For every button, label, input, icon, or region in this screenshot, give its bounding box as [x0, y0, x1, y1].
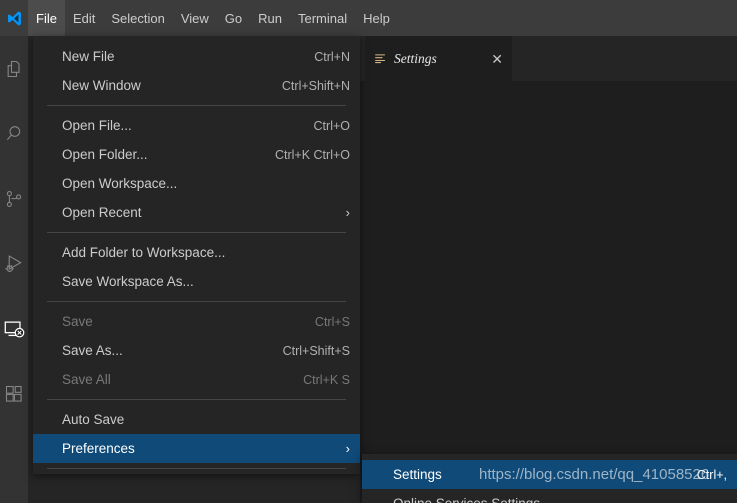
menubar-item-view[interactable]: View: [173, 0, 217, 36]
run-and-debug-icon: [4, 253, 25, 274]
menu-item-save-as[interactable]: Save As... Ctrl+Shift+S: [33, 336, 360, 365]
menu-item-auto-save[interactable]: Auto Save: [33, 405, 360, 434]
file-dropdown-menu: New File Ctrl+N New Window Ctrl+Shift+N …: [33, 36, 360, 474]
menu-item-open-workspace[interactable]: Open Workspace...: [33, 169, 360, 198]
menu-item-open-file[interactable]: Open File... Ctrl+O: [33, 111, 360, 140]
source-control-icon: [4, 189, 24, 209]
activity-item-remote-explorer[interactable]: [0, 296, 28, 361]
menu-item-label: Add Folder to Workspace...: [62, 245, 226, 260]
menu-item-shortcut: Ctrl+K Ctrl+O: [274, 147, 350, 162]
menu-bar: File Edit Selection View Go Run Terminal…: [28, 0, 398, 36]
menu-item-shortcut: Ctrl+O: [313, 118, 350, 133]
editor-tab-bar: Settings ✕: [360, 36, 737, 81]
menu-item-label: Save All: [62, 372, 111, 387]
menu-item-save: Save Ctrl+S: [33, 307, 360, 336]
title-bar: File Edit Selection View Go Run Terminal…: [0, 0, 737, 36]
menu-item-shortcut: Ctrl+Shift+N: [281, 78, 350, 93]
menu-item-label: Online Services Settings: [393, 496, 727, 503]
menu-separator: [47, 468, 346, 469]
activity-item-explorer[interactable]: [0, 36, 28, 101]
chevron-right-icon: ›: [345, 205, 350, 220]
menu-item-label: Open Workspace...: [62, 176, 178, 191]
tab-label: Settings: [394, 50, 437, 66]
menubar-item-help[interactable]: Help: [355, 0, 398, 36]
menu-item-label: Save: [62, 314, 93, 329]
menu-item-shortcut: Ctrl+K S: [303, 372, 350, 387]
menu-separator: [47, 105, 346, 106]
menu-item-label: New Window: [62, 78, 141, 93]
search-icon: [4, 124, 24, 144]
menu-item-save-all: Save All Ctrl+K S: [33, 365, 360, 394]
menu-item-label: New File: [62, 49, 115, 64]
menubar-item-file[interactable]: File: [28, 0, 65, 36]
preferences-submenu: Settings Ctrl+, Online Services Settings: [362, 454, 737, 503]
menu-item-label: Open Recent: [62, 205, 142, 220]
menu-item-label: Save As...: [62, 343, 123, 358]
menu-item-shortcut: Ctrl+,: [696, 467, 727, 482]
menu-item-label: Open Folder...: [62, 147, 148, 162]
menubar-item-run[interactable]: Run: [250, 0, 290, 36]
menu-item-save-workspace-as[interactable]: Save Workspace As...: [33, 267, 360, 296]
activity-item-extensions[interactable]: [0, 361, 28, 426]
menubar-item-terminal[interactable]: Terminal: [290, 0, 355, 36]
menu-item-label: Settings: [393, 467, 442, 482]
menu-item-open-folder[interactable]: Open Folder... Ctrl+K Ctrl+O: [33, 140, 360, 169]
close-icon[interactable]: ✕: [485, 52, 503, 66]
menubar-item-edit[interactable]: Edit: [65, 0, 103, 36]
menu-item-open-recent[interactable]: Open Recent ›: [33, 198, 360, 227]
menu-item-new-window[interactable]: New Window Ctrl+Shift+N: [33, 71, 360, 100]
menu-separator: [47, 232, 346, 233]
activity-item-search[interactable]: [0, 101, 28, 166]
menu-item-shortcut: Ctrl+S: [314, 314, 350, 329]
tab-settings[interactable]: Settings ✕: [365, 36, 512, 81]
vscode-logo-icon: [0, 0, 28, 36]
settings-list-icon: [374, 52, 387, 65]
menu-item-add-folder-to-workspace[interactable]: Add Folder to Workspace...: [33, 238, 360, 267]
submenu-item-settings[interactable]: Settings Ctrl+,: [362, 460, 737, 489]
menu-item-label: Auto Save: [62, 412, 125, 427]
submenu-item-online-services-settings[interactable]: Online Services Settings: [362, 489, 737, 503]
activity-bar: [0, 36, 28, 503]
menu-separator: [47, 301, 346, 302]
menu-item-shortcut: Ctrl+N: [314, 49, 350, 64]
activity-item-source-control[interactable]: [0, 166, 28, 231]
menu-item-label: Open File...: [62, 118, 132, 133]
editor-content: [360, 81, 737, 503]
menu-item-preferences[interactable]: Preferences ›: [33, 434, 360, 463]
menubar-item-selection[interactable]: Selection: [103, 0, 172, 36]
remote-explorer-icon: [3, 318, 25, 340]
extensions-icon: [4, 384, 24, 404]
chevron-right-icon: ›: [345, 441, 350, 456]
explorer-icon: [4, 59, 24, 79]
editor-area: Settings ✕: [360, 36, 737, 503]
activity-item-run-and-debug[interactable]: [0, 231, 28, 296]
menu-item-shortcut: Ctrl+Shift+S: [282, 343, 350, 358]
menu-separator: [47, 399, 346, 400]
menu-item-new-file[interactable]: New File Ctrl+N: [33, 42, 360, 71]
menu-item-label: Save Workspace As...: [62, 274, 194, 289]
menu-item-label: Preferences: [62, 441, 135, 456]
vscode-window: File Edit Selection View Go Run Terminal…: [0, 0, 737, 503]
menubar-item-go[interactable]: Go: [217, 0, 250, 36]
